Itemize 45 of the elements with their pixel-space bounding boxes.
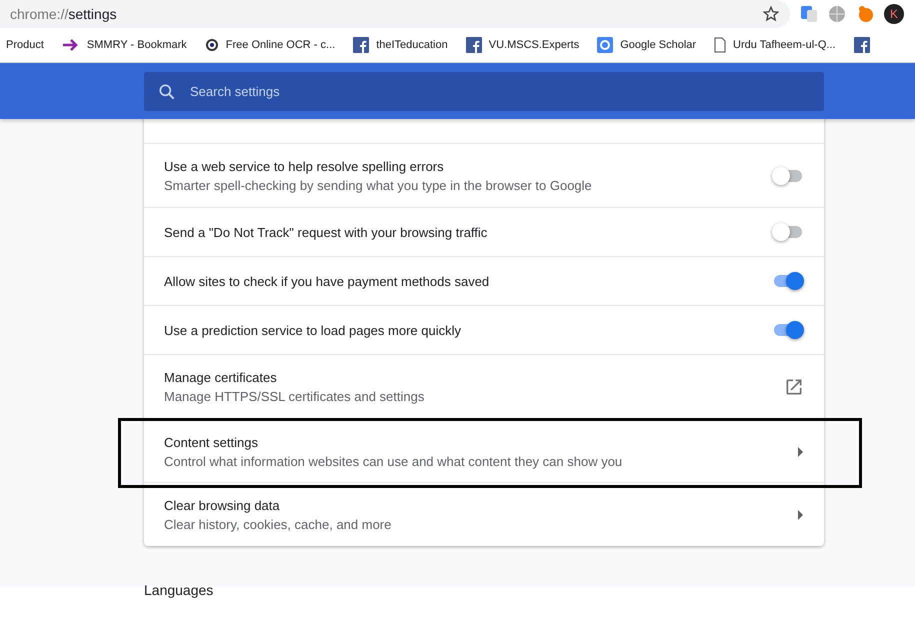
star-icon[interactable] [762,5,780,23]
facebook-icon [466,37,482,53]
toggle-switch[interactable] [772,320,804,340]
search-icon [157,82,177,102]
profile-avatar[interactable]: K [884,4,904,24]
setting-title: Use a web service to help resolve spelling errors [164,158,445,174]
search-field[interactable]: Search settings [144,72,824,110]
facebook-icon[interactable] [854,37,870,53]
setting-row[interactable]: Clear browsing data Clear history, cookies, cache, and more [144,482,824,546]
setting-description: Clear history, cookies, cache, and more [164,516,392,532]
arrow-right-icon[interactable] [798,446,804,456]
setting-description: Smarter spell-checking by sending what you type in the browser to Google [164,178,593,192]
bookmark-item[interactable]: VU.MSCS.Experts [466,37,580,53]
setting-row[interactable]: Use a web service to help resolve spelling errors Smarter spell-checking by sending what you type in the browser to Google [144,143,824,207]
setting-title: Send a "Do Not Track" request with your browsing traffic [164,224,488,240]
setting-row[interactable]: Content settings Control what information websites can use and what content they can show you [118,418,862,488]
toggle-switch[interactable] [772,166,804,186]
setting-title: Content settings [164,434,259,450]
globe-icon[interactable] [828,5,846,23]
toggle-switch[interactable] [772,222,804,242]
bookmark-item[interactable]: SMMRY - Bookmark [62,38,187,52]
bookmark-item[interactable]: Free Online OCR - c... [204,38,336,52]
setting-row[interactable]: Send a "Do Not Track" request with your browsing traffic [144,207,824,256]
setting-row[interactable]: Manage certificates Manage HTTPS/SSL certificates and settings [144,354,824,418]
bookmark-item[interactable]: Google Scholar [597,37,696,53]
section-heading: Languages [144,581,214,598]
setting-description: Control what information websites can use and what content they can show you [164,454,624,468]
external-link-icon[interactable] [784,376,804,396]
setting-title: Clear browsing data [164,498,281,512]
bookmark-item[interactable]: Product [6,39,44,51]
address-bar[interactable]: chrome://settings [0,0,790,28]
url-text: chrome://settings [10,6,118,22]
arrow-icon [62,38,80,52]
setting-title: Allow sites to check if you have payment methods saved [164,274,490,288]
page-icon [714,37,726,53]
setting-title: Manage certificates [164,370,278,384]
setting-row[interactable]: Use a prediction service to load pages more quickly [144,305,824,354]
toggle-switch[interactable] [772,271,804,291]
bookmark-item[interactable]: theITeducation [353,37,448,53]
facebook-icon [353,37,370,53]
setting-description: Manage HTTPS/SSL certificates and settings [164,388,426,404]
setting-row[interactable]: Allow sites to check if you have payment methods saved [144,256,824,305]
bookmark-item[interactable]: Urdu Tafheem-ul-Q... [714,37,836,53]
setting-title: Use a prediction service to load pages more quickly [164,322,462,338]
arrow-right-icon[interactable] [798,510,804,520]
